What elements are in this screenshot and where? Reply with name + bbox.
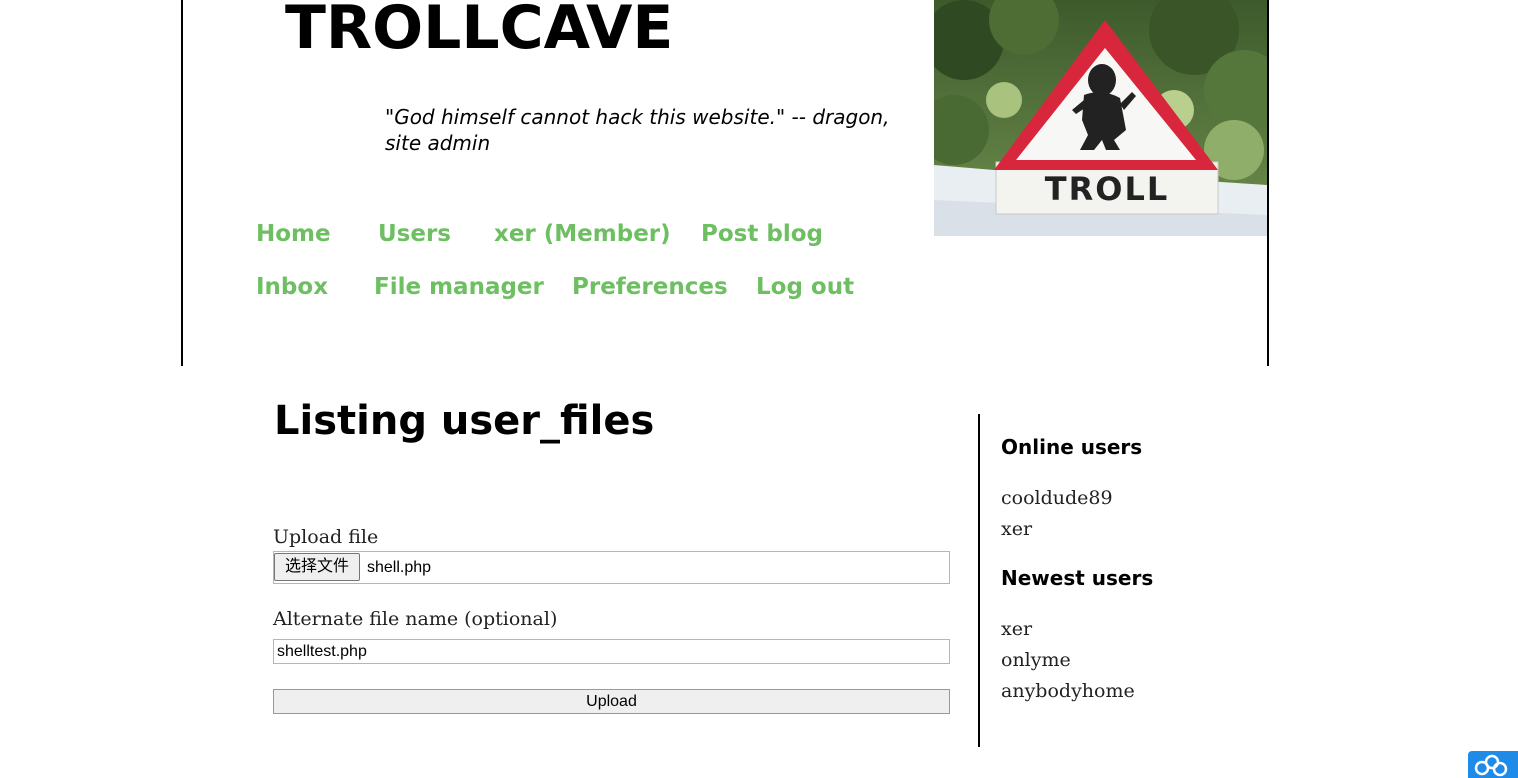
alternate-name-input[interactable] xyxy=(273,639,950,664)
nav-post-blog[interactable]: Post blog xyxy=(701,219,823,249)
nav-profile[interactable]: xer (Member) xyxy=(494,219,671,249)
nav-preferences[interactable]: Preferences xyxy=(572,272,728,302)
online-users-heading: Online users xyxy=(1001,435,1143,459)
nav-log-out[interactable]: Log out xyxy=(756,272,854,302)
nav-home[interactable]: Home xyxy=(256,219,331,249)
cloud-icon xyxy=(1474,754,1508,777)
nav-file-manager[interactable]: File manager xyxy=(374,272,544,302)
file-input[interactable]: 选择文件 shell.php xyxy=(273,551,950,584)
online-user-item[interactable]: xer xyxy=(1001,517,1032,541)
site-title: TROLLCAVE xyxy=(285,0,674,63)
nav-users[interactable]: Users xyxy=(378,219,451,249)
upload-file-label: Upload file xyxy=(273,526,379,548)
site-header: TROLLCAVE "God himself cannot hack this … xyxy=(181,0,1269,366)
chosen-file-name: shell.php xyxy=(367,559,432,576)
online-user-item[interactable]: cooldude89 xyxy=(1001,486,1113,510)
nav-inbox[interactable]: Inbox xyxy=(256,272,328,302)
newest-user-item[interactable]: onlyme xyxy=(1001,648,1071,672)
newest-users-heading: Newest users xyxy=(1001,566,1154,590)
newest-user-item[interactable]: xer xyxy=(1001,617,1032,641)
sign-text: TROLL xyxy=(1045,170,1169,208)
troll-sign-banner-image: TROLL xyxy=(934,0,1267,236)
sidebar: Online users cooldude89 xer Newest users… xyxy=(978,414,1260,747)
cloud-widget-button[interactable] xyxy=(1468,751,1518,778)
alternate-name-label: Alternate file name (optional) xyxy=(273,608,558,630)
site-quote: "God himself cannot hack this website." … xyxy=(385,105,890,155)
page-title: Listing user_files xyxy=(274,398,655,444)
newest-user-item[interactable]: anybodyhome xyxy=(1001,679,1135,703)
upload-button[interactable]: Upload xyxy=(273,689,950,714)
page: TROLLCAVE "God himself cannot hack this … xyxy=(0,0,1518,778)
choose-file-button[interactable]: 选择文件 xyxy=(274,553,360,581)
